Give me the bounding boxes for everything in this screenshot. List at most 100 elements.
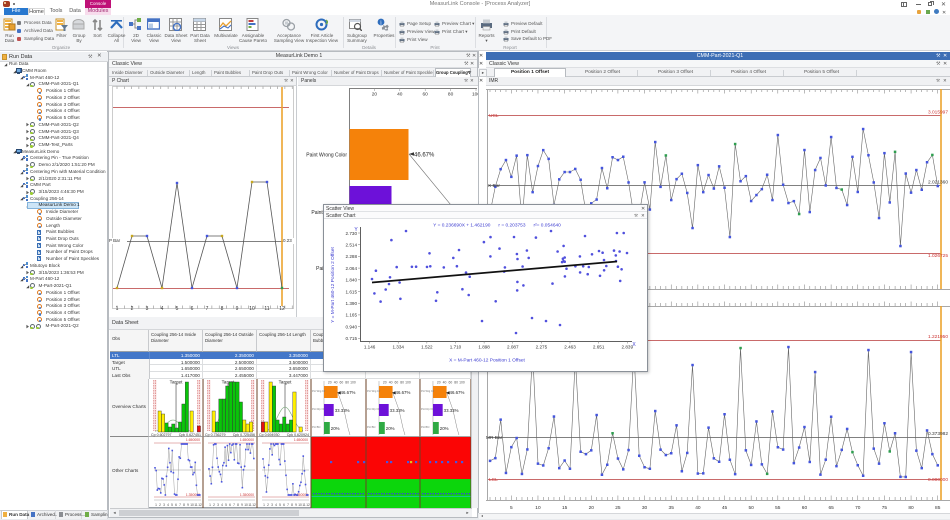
svg-text:1.615: 1.615 bbox=[346, 289, 358, 294]
svg-text:1.522: 1.522 bbox=[421, 345, 433, 350]
svg-text:X Bar: X Bar bbox=[488, 183, 500, 189]
svg-text:6: 6 bbox=[175, 503, 177, 507]
svg-text:9: 9 bbox=[187, 503, 189, 507]
svg-text:UCL: UCL bbox=[489, 113, 499, 119]
svg-text:2: 2 bbox=[267, 503, 269, 507]
svg-text:65: 65 bbox=[828, 505, 834, 511]
svg-text:4: 4 bbox=[221, 503, 223, 507]
svg-text:Paint Wrong Color: Paint Wrong Color bbox=[306, 153, 347, 159]
svg-text:12: 12 bbox=[198, 503, 202, 507]
svg-text:55: 55 bbox=[775, 505, 781, 511]
svg-text:0.715: 0.715 bbox=[346, 336, 358, 341]
svg-text:4: 4 bbox=[275, 503, 277, 507]
svg-text:◀46.67%: ◀46.67% bbox=[392, 390, 410, 395]
svg-text:7: 7 bbox=[287, 503, 289, 507]
svg-text:0.373982: 0.373982 bbox=[928, 431, 948, 437]
svg-text:2.275: 2.275 bbox=[536, 345, 548, 350]
svg-text:3: 3 bbox=[271, 503, 273, 507]
svg-text:2.288: 2.288 bbox=[346, 254, 358, 259]
svg-text:Y = M-Part 460-12 Position 2 O: Y = M-Part 460-12 Position 2 Offset bbox=[330, 246, 336, 322]
svg-text:Pnt Wrg Clr: Pnt Wrg Clr bbox=[421, 389, 434, 393]
svg-text:3: 3 bbox=[146, 306, 149, 312]
svg-text:8: 8 bbox=[183, 503, 185, 507]
svg-text:11: 11 bbox=[264, 306, 269, 312]
svg-text:1.650000: 1.650000 bbox=[186, 438, 200, 442]
svg-text:3: 3 bbox=[163, 503, 165, 507]
svg-text:25: 25 bbox=[615, 505, 621, 511]
svg-text:1.840: 1.840 bbox=[346, 278, 358, 283]
svg-text:85: 85 bbox=[935, 505, 941, 511]
svg-text:X = M-Part 460-12 Position 1 O: X = M-Part 460-12 Position 1 Offset bbox=[449, 358, 525, 364]
svg-text:35: 35 bbox=[669, 505, 675, 511]
svg-text:2.839: 2.839 bbox=[622, 345, 634, 350]
svg-text:20: 20 bbox=[589, 505, 595, 511]
svg-text:LCL: LCL bbox=[489, 477, 498, 483]
svg-text:80: 80 bbox=[908, 505, 914, 511]
svg-text:20: 20 bbox=[383, 380, 387, 384]
svg-text:2: 2 bbox=[159, 503, 161, 507]
svg-text:7: 7 bbox=[206, 306, 209, 312]
svg-text:1.350000: 1.350000 bbox=[240, 493, 254, 497]
svg-text:1: 1 bbox=[209, 503, 211, 507]
svg-text:40: 40 bbox=[397, 92, 403, 98]
svg-text:40: 40 bbox=[334, 380, 338, 384]
svg-text:2.021360: 2.021360 bbox=[928, 180, 948, 186]
svg-text:80: 80 bbox=[454, 380, 458, 384]
svg-text:40: 40 bbox=[695, 505, 701, 511]
svg-text:Pnt Wrg Clr: Pnt Wrg Clr bbox=[312, 389, 325, 393]
svg-text:5: 5 bbox=[510, 505, 513, 511]
svg-text:40: 40 bbox=[443, 380, 447, 384]
svg-text:100: 100 bbox=[459, 380, 465, 384]
svg-text:2: 2 bbox=[131, 306, 134, 312]
svg-text:Y = 0.236690X + 1.462190: Y = 0.236690X + 1.462190 r = 0.203753 r²… bbox=[433, 223, 561, 229]
svg-text:1.221950: 1.221950 bbox=[928, 334, 948, 340]
svg-text:1.898: 1.898 bbox=[478, 345, 490, 350]
svg-text:1.334: 1.334 bbox=[392, 345, 404, 350]
svg-text:100: 100 bbox=[405, 380, 411, 384]
svg-text:◀46.67%: ◀46.67% bbox=[446, 390, 464, 395]
svg-text:Target: Target bbox=[279, 379, 292, 384]
svg-text:70: 70 bbox=[855, 505, 861, 511]
svg-text:9: 9 bbox=[236, 306, 239, 312]
svg-text:1.650000: 1.650000 bbox=[294, 438, 308, 442]
svg-text:1: 1 bbox=[155, 503, 157, 507]
svg-text:1.710: 1.710 bbox=[450, 345, 462, 350]
svg-text:20: 20 bbox=[437, 380, 441, 384]
svg-text:7: 7 bbox=[233, 503, 235, 507]
svg-text:1: 1 bbox=[263, 503, 265, 507]
svg-text:2.064: 2.064 bbox=[346, 266, 358, 271]
svg-text:2: 2 bbox=[213, 503, 215, 507]
svg-text:40: 40 bbox=[389, 380, 393, 384]
svg-text:33.33%: 33.33% bbox=[335, 408, 350, 413]
svg-text:60: 60 bbox=[423, 92, 429, 98]
svg-text:5: 5 bbox=[279, 503, 281, 507]
svg-text:60: 60 bbox=[394, 380, 398, 384]
svg-text:12: 12 bbox=[252, 503, 256, 507]
svg-text:33.33%: 33.33% bbox=[444, 408, 459, 413]
svg-text:5: 5 bbox=[176, 306, 179, 312]
svg-text:5: 5 bbox=[171, 503, 173, 507]
svg-text:20: 20 bbox=[328, 380, 332, 384]
svg-text:Pnt Bbl: Pnt Bbl bbox=[421, 425, 430, 429]
svg-text:1.390: 1.390 bbox=[346, 301, 358, 306]
svg-text:20: 20 bbox=[372, 92, 378, 98]
svg-text:50: 50 bbox=[748, 505, 754, 511]
svg-text:Target: Target bbox=[170, 379, 183, 384]
svg-text:3.015997: 3.015997 bbox=[928, 110, 948, 116]
svg-text:12: 12 bbox=[279, 306, 285, 312]
svg-text:10: 10 bbox=[249, 306, 255, 312]
svg-text:60: 60 bbox=[802, 505, 808, 511]
svg-text:5: 5 bbox=[225, 503, 227, 507]
svg-text:2.514: 2.514 bbox=[346, 243, 358, 248]
svg-text:8: 8 bbox=[221, 306, 224, 312]
svg-text:6: 6 bbox=[229, 503, 231, 507]
svg-text:20%: 20% bbox=[386, 426, 395, 431]
svg-text:33.33%: 33.33% bbox=[390, 408, 405, 413]
svg-text:8: 8 bbox=[237, 503, 239, 507]
svg-text:8: 8 bbox=[291, 503, 293, 507]
svg-text:1.146: 1.146 bbox=[364, 345, 376, 350]
svg-text:30: 30 bbox=[642, 505, 648, 511]
svg-text:4: 4 bbox=[161, 306, 164, 312]
svg-text:0.000000: 0.000000 bbox=[928, 477, 948, 483]
svg-text:9: 9 bbox=[241, 503, 243, 507]
